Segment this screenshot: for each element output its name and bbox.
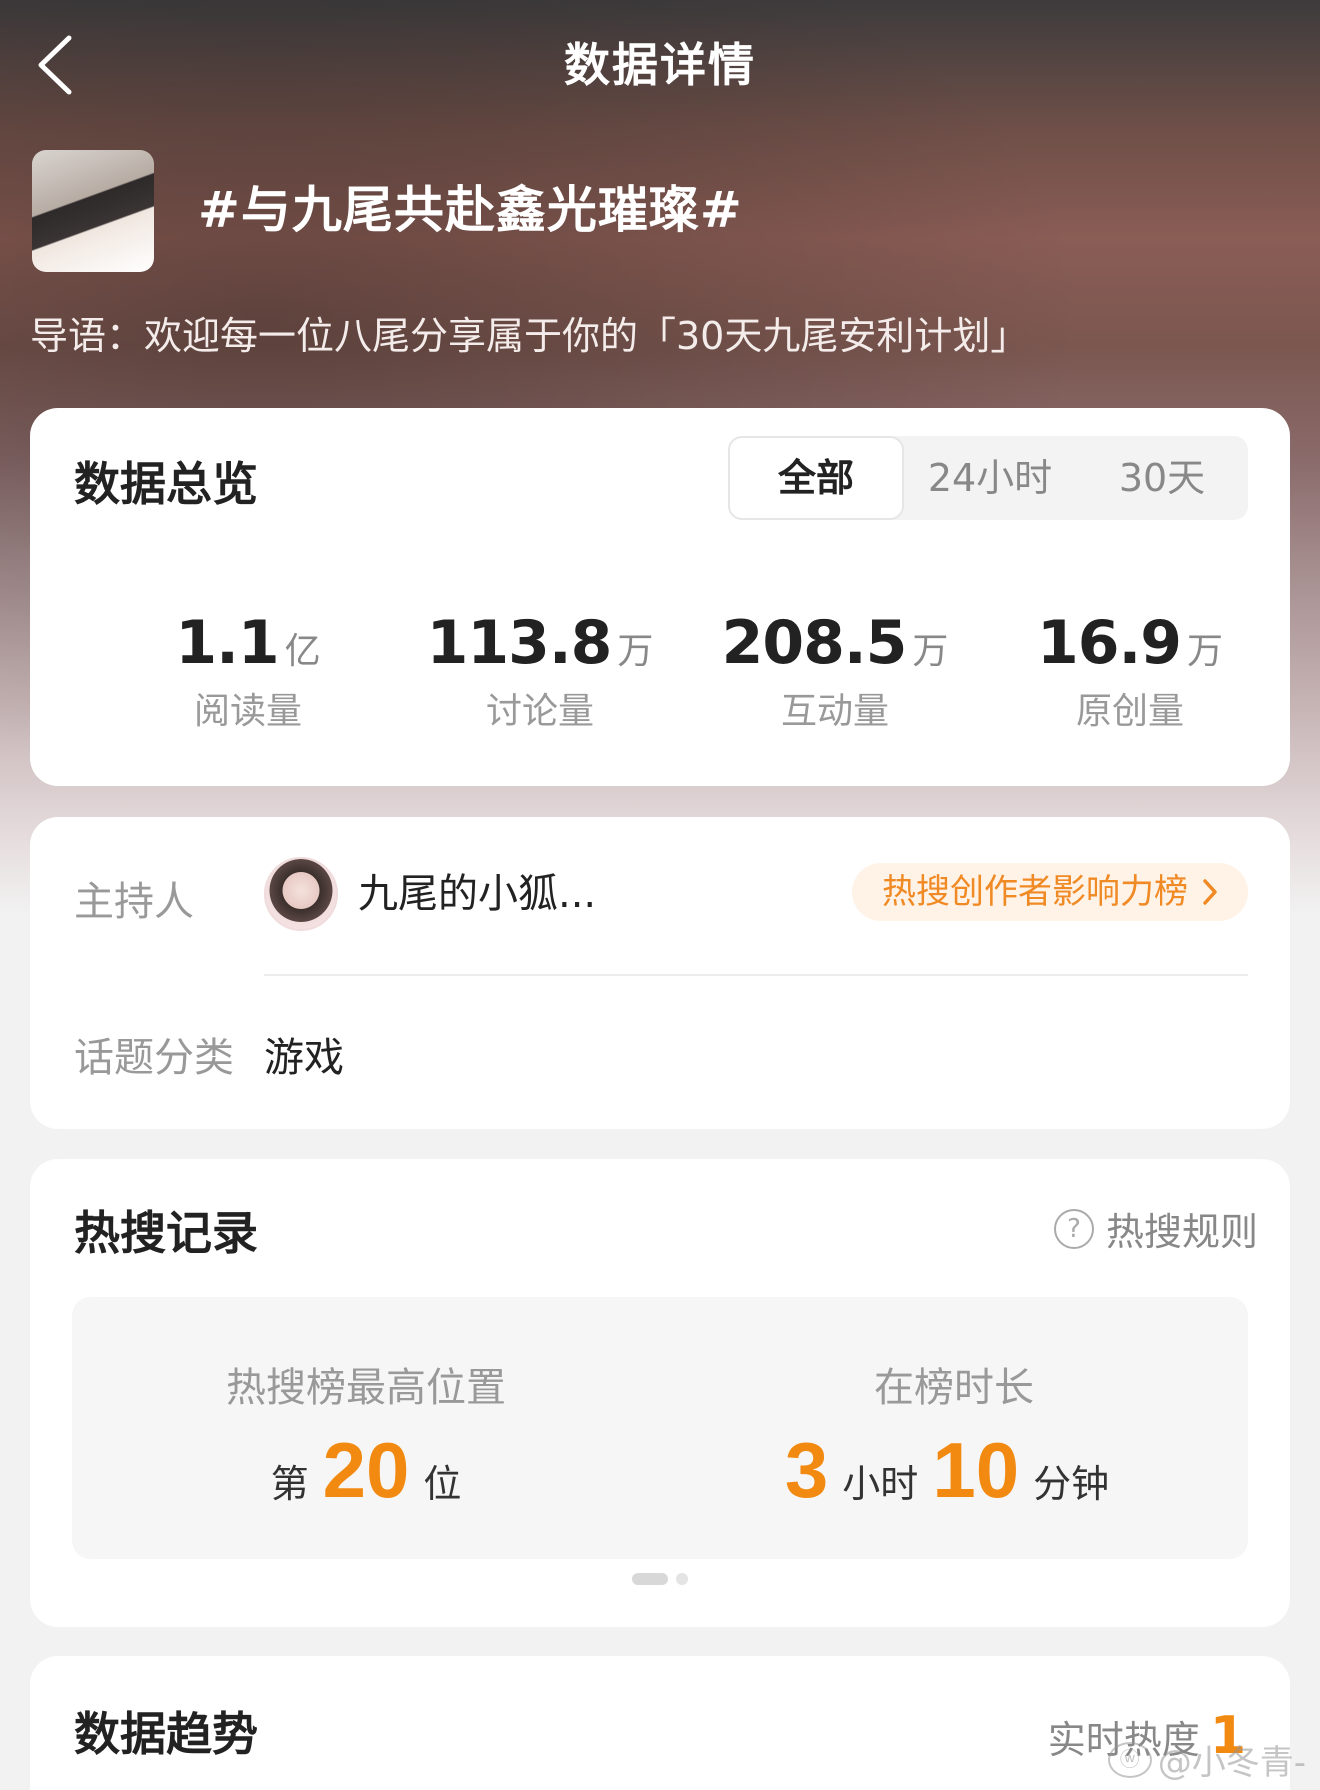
watermark: ⓦ @小冬青- xyxy=(1107,1735,1306,1784)
stat-originals: 16.9 万 原创量 xyxy=(980,608,1280,734)
stat-discussions: 113.8 万 讨论量 xyxy=(390,608,690,734)
hot-search-heading: 热搜记录 xyxy=(74,1206,258,1260)
stat-label: 阅读量 xyxy=(193,691,302,732)
stat-value: 1.1 xyxy=(175,608,279,678)
category-value: 游戏 xyxy=(264,1035,344,1081)
stat-unit: 万 xyxy=(617,631,654,672)
pager-dot[interactable] xyxy=(676,1573,688,1585)
stat-label: 互动量 xyxy=(780,691,889,732)
host-label: 主持人 xyxy=(74,879,194,925)
hours-number: 3 xyxy=(784,1426,829,1514)
tab-24h[interactable]: 24小时 xyxy=(904,436,1076,520)
stat-label: 讨论量 xyxy=(485,691,594,732)
category-label: 话题分类 xyxy=(74,1035,234,1081)
duration-column: 在榜时长 3 小时 10 分钟 xyxy=(660,1297,1248,1559)
divider xyxy=(264,974,1248,976)
weibo-logo-icon: ⓦ xyxy=(1107,1741,1152,1778)
topic-avatar xyxy=(32,150,154,272)
data-trend-heading: 数据趋势 xyxy=(74,1707,258,1761)
data-trend-card: 数据趋势 实时热度 1 xyxy=(30,1656,1290,1790)
stat-unit: 万 xyxy=(912,631,949,672)
influence-button-label: 热搜创作者影响力榜 xyxy=(882,872,1188,912)
pager-dot-active[interactable] xyxy=(632,1573,668,1585)
time-range-segmented-control: 全部 24小时 30天 xyxy=(728,436,1248,520)
carousel-pager xyxy=(30,1573,1290,1585)
hot-search-card: 热搜记录 ? 热搜规则 热搜榜最高位置 第 20 位 在榜时长 3 小时 10 … xyxy=(30,1159,1290,1627)
best-position-label: 热搜榜最高位置 xyxy=(226,1365,506,1411)
best-prefix: 第 xyxy=(270,1462,309,1506)
stat-interactions: 208.5 万 互动量 xyxy=(685,608,985,734)
stat-value: 113.8 xyxy=(426,608,613,678)
best-number: 20 xyxy=(322,1426,410,1514)
host-avatar[interactable] xyxy=(264,857,338,931)
chevron-right-icon xyxy=(1203,879,1217,905)
influence-ranking-button[interactable]: 热搜创作者影响力榜 xyxy=(852,863,1248,921)
stat-label: 原创量 xyxy=(1075,691,1184,732)
best-position-value: 第 20 位 xyxy=(72,1425,660,1516)
topic-intro: 导语：欢迎每一位八尾分享属于你的「30天九尾安利计划」 xyxy=(30,314,1029,358)
page-title: 数据详情 xyxy=(564,38,756,92)
question-mark-icon: ? xyxy=(1053,1208,1094,1249)
stat-value: 16.9 xyxy=(1036,608,1182,678)
topic-title: #与九尾共赴鑫光璀璨# xyxy=(198,181,743,239)
best-suffix: 位 xyxy=(423,1462,462,1506)
watermark-text: @小冬青- xyxy=(1157,1743,1306,1783)
hot-search-rules-link[interactable]: ? 热搜规则 xyxy=(1053,1201,1258,1256)
host-name[interactable]: 九尾的小狐... xyxy=(358,861,596,919)
tab-30d[interactable]: 30天 xyxy=(1076,436,1248,520)
stat-unit: 万 xyxy=(1187,631,1224,672)
stats-row: 1.1 亿 阅读量 113.8 万 讨论量 208.5 万 互动量 16.9 万 原创量 xyxy=(30,608,1290,748)
minutes-number: 10 xyxy=(932,1426,1020,1514)
duration-label: 在榜时长 xyxy=(874,1365,1034,1411)
tab-all[interactable]: 全部 xyxy=(728,436,904,520)
overview-card: 数据总览 全部 24小时 30天 1.1 亿 阅读量 113.8 万 讨论量 208… xyxy=(30,408,1290,786)
overview-heading: 数据总览 xyxy=(74,457,258,511)
stat-value: 208.5 xyxy=(721,608,908,678)
rules-label: 热搜规则 xyxy=(1105,1210,1258,1254)
stat-reads: 1.1 亿 阅读量 xyxy=(98,608,398,734)
duration-value: 3 小时 10 分钟 xyxy=(660,1425,1248,1516)
hot-search-panel: 热搜榜最高位置 第 20 位 在榜时长 3 小时 10 分钟 xyxy=(72,1297,1248,1559)
minutes-unit: 分钟 xyxy=(1033,1462,1110,1506)
host-card: 主持人 九尾的小狐... 热搜创作者影响力榜 话题分类 游戏 xyxy=(30,817,1290,1129)
hours-unit: 小时 xyxy=(842,1462,919,1506)
stat-unit: 亿 xyxy=(284,631,321,672)
best-position-column: 热搜榜最高位置 第 20 位 xyxy=(72,1297,660,1559)
